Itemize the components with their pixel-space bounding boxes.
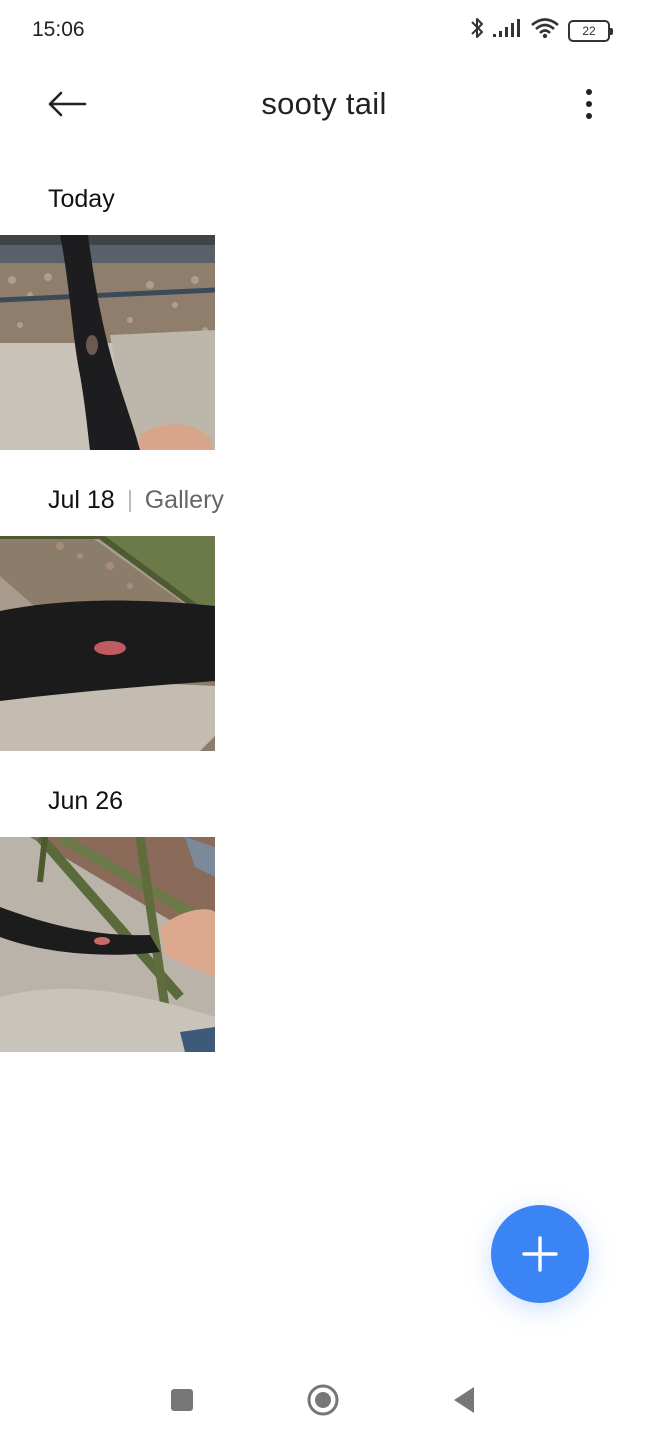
system-back-button[interactable]: [442, 1380, 486, 1420]
recents-button[interactable]: [160, 1380, 204, 1420]
battery-icon: 22: [568, 19, 613, 42]
photo-thumbnail[interactable]: [0, 536, 215, 751]
section-header-jun-26: Jun 26: [48, 787, 123, 816]
status-time: 15:06: [32, 18, 85, 41]
section-header-jul-18: Jul 18 Gallery: [48, 486, 224, 515]
signal-icon: [492, 18, 522, 43]
status-bar: 15:06 22: [0, 0, 648, 62]
navigation-bar: [0, 1360, 648, 1440]
recents-square-icon: [171, 1389, 193, 1411]
plus-icon: [522, 1236, 558, 1272]
app-bar: sooty tail: [0, 62, 648, 148]
photo-thumbnail[interactable]: [0, 235, 215, 450]
section-header-today: Today: [48, 185, 115, 214]
wifi-icon: [530, 17, 560, 44]
add-button[interactable]: [491, 1205, 589, 1303]
section-source: Gallery: [144, 486, 224, 514]
section-date: Jul 18: [48, 486, 115, 514]
section-date: Today: [48, 185, 115, 213]
more-options-button[interactable]: [574, 80, 604, 128]
bluetooth-icon: [470, 16, 484, 45]
home-button[interactable]: [301, 1380, 345, 1420]
more-vertical-icon: [586, 89, 592, 119]
separator: [128, 489, 131, 512]
back-triangle-icon: [454, 1387, 474, 1413]
photo-thumbnail[interactable]: [0, 837, 215, 1052]
section-date: Jun 26: [48, 787, 124, 815]
status-icons: 22: [470, 16, 613, 45]
home-circle-icon: [307, 1384, 339, 1416]
page-title: sooty tail: [261, 86, 387, 121]
